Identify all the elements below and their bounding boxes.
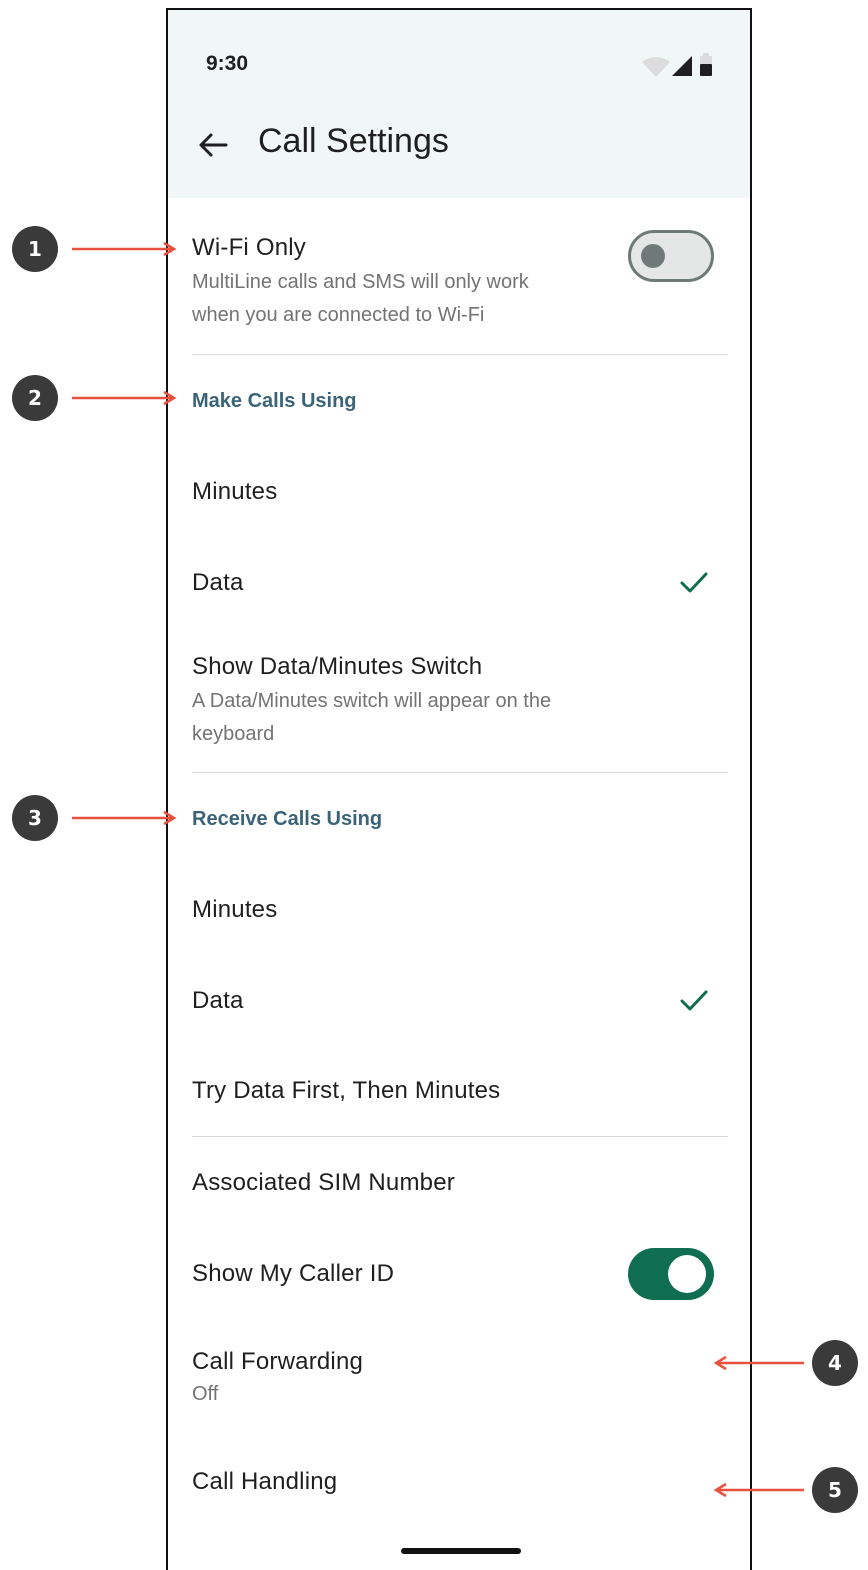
page-title: Call Settings [258,122,449,160]
callout-badge-3: 3 [12,795,58,841]
home-indicator[interactable] [401,1548,521,1554]
toggle-knob [668,1255,706,1293]
callout-arrow-right-icon [72,241,177,257]
status-icons [642,53,712,77]
callout-badge-4: 4 [812,1340,858,1386]
show-caller-id-toggle[interactable] [628,1248,714,1300]
callout-badge-1: 1 [12,226,58,272]
data-minutes-switch-description-line2: keyboard [192,723,275,745]
wifi-icon [642,57,670,77]
phone-screen: 9:30 Call Settings Wi-Fi Only MultiLine … [166,8,752,1570]
receive-calls-option-data[interactable]: Data [192,987,712,1015]
make-calls-section-header: Make Calls Using [192,390,357,412]
divider [192,354,728,355]
wifi-only-toggle[interactable] [628,230,714,282]
data-minutes-switch-label: Show Data/Minutes Switch [192,653,483,680]
receive-calls-option-minutes[interactable]: Minutes [192,896,712,924]
associated-sim-number-setting[interactable]: Associated SIM Number [192,1169,712,1197]
toggle-knob [641,244,665,268]
signal-icon [672,56,692,76]
callout-badge-5: 5 [812,1467,858,1513]
app-header: 9:30 Call Settings [168,10,750,198]
call-forwarding-value: Off [192,1383,219,1405]
data-minutes-switch-description-line1: A Data/Minutes switch will appear on the [192,690,552,712]
callout-badge-2: 2 [12,375,58,421]
call-forwarding-label: Call Forwarding [192,1348,364,1375]
status-time: 9:30 [206,52,249,75]
divider [192,1136,728,1137]
check-icon [680,990,708,1011]
make-calls-option-minutes[interactable]: Minutes [192,478,712,506]
callout-arrow-left-icon [713,1482,804,1498]
battery-icon [700,53,712,76]
callout-arrow-right-icon [72,810,177,826]
data-minutes-switch-setting[interactable]: Show Data/Minutes Switch A Data/Minutes … [192,653,712,751]
arrow-back-icon[interactable] [196,128,230,162]
check-icon [680,572,708,593]
make-calls-option-data[interactable]: Data [192,569,712,597]
divider [192,772,728,773]
callout-arrow-left-icon [713,1355,804,1371]
wifi-only-description-line2: when you are connected to Wi-Fi [192,304,485,326]
callout-arrow-right-icon [72,390,177,406]
call-forwarding-setting[interactable]: Call Forwarding Off [192,1348,712,1411]
call-handling-setting[interactable]: Call Handling [192,1468,712,1496]
receive-calls-section-header: Receive Calls Using [192,808,383,830]
receive-calls-option-data-first[interactable]: Try Data First, Then Minutes [192,1077,712,1105]
